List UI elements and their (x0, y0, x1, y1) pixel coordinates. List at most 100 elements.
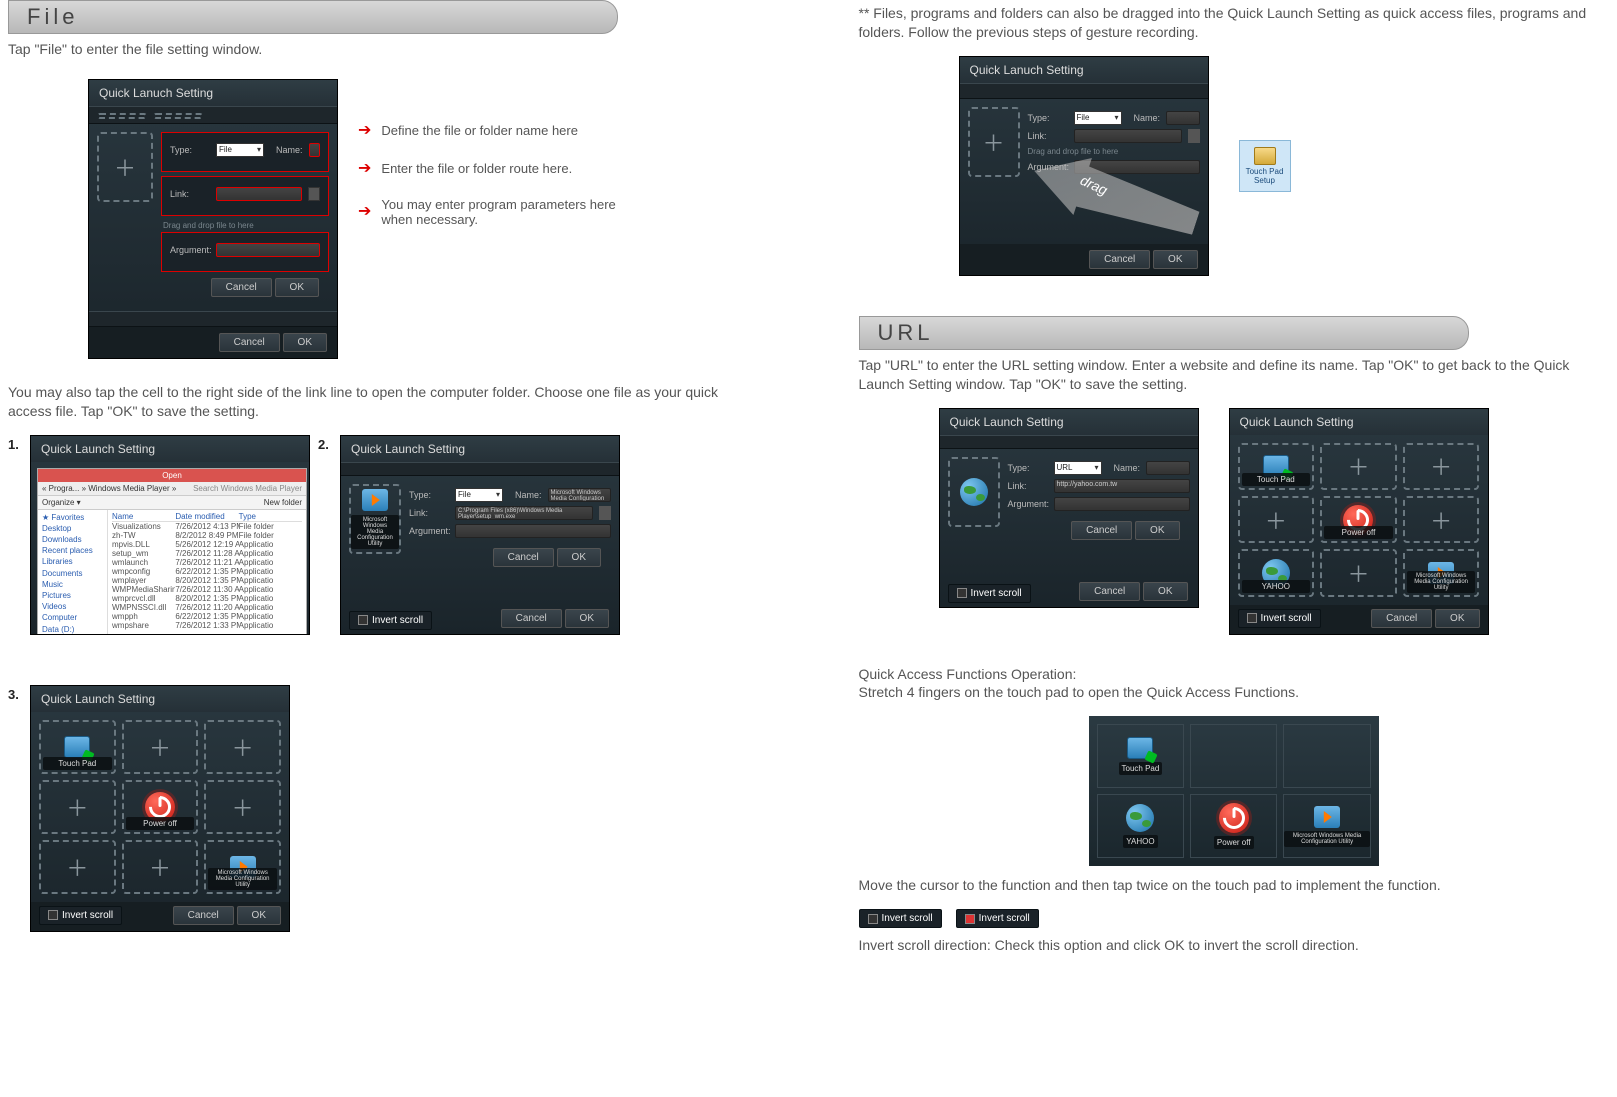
type-label: Type: (409, 490, 449, 500)
dialog-title: Open (38, 469, 306, 482)
qa-cell-media[interactable]: Microsoft Windows Media Configuration Ut… (1283, 794, 1370, 858)
drop-target-cell[interactable]: ＋ (968, 107, 1020, 177)
type-select[interactable]: File (216, 143, 264, 157)
qa-cell-power[interactable]: Power off (1320, 496, 1397, 543)
link-field[interactable] (1074, 129, 1182, 143)
dialog-search[interactable]: Search Windows Media Player (193, 484, 302, 493)
invert-scroll-off[interactable]: Invert scroll (859, 909, 942, 928)
qa-cell-empty[interactable]: ＋ (1320, 443, 1397, 490)
qa-cell-empty[interactable]: ＋ (39, 780, 116, 834)
ok-button[interactable]: OK (275, 278, 319, 297)
media-icon (362, 489, 388, 511)
argument-label: Argument: (170, 245, 210, 255)
qa-cell-empty[interactable]: ＋ (1238, 496, 1315, 543)
qa-cell-media[interactable]: Microsoft Windows Media Configuration Ut… (204, 840, 281, 894)
browse-icon[interactable] (308, 187, 320, 201)
qa-cell-media[interactable]: Microsoft Windows Media Configuration Ut… (1403, 549, 1480, 596)
qa-cell-empty[interactable]: ＋ (204, 780, 281, 834)
qa-cell-yahoo[interactable]: YAHOO (1097, 794, 1184, 858)
qa-cell-empty[interactable]: ＋ (204, 720, 281, 774)
panel-cancel-button[interactable]: Cancel (501, 609, 562, 628)
panel-ok-button[interactable]: OK (565, 609, 609, 628)
invert-scroll-checkbox[interactable]: Invert scroll (349, 611, 432, 630)
cancel-button[interactable]: Cancel (1071, 521, 1132, 540)
argument-label: Argument: (1008, 499, 1048, 509)
step-2-label: 2. (318, 437, 329, 452)
newfolder-button[interactable]: New folder (264, 498, 302, 507)
note-argument: You may enter program parameters here wh… (381, 197, 621, 227)
qa-cell-empty[interactable]: ＋ (1320, 549, 1397, 596)
ok-button[interactable]: OK (1135, 521, 1179, 540)
qls-title: Quick Lanuch Setting (89, 80, 337, 106)
argument-field[interactable] (216, 243, 320, 257)
qa-heading-2: Stretch 4 fingers on the touch pad to op… (859, 683, 1610, 702)
panel-ok-button[interactable]: OK (1435, 609, 1479, 628)
organize-button[interactable]: Organize ▾ (42, 498, 81, 507)
qa-cell-empty[interactable]: ＋ (1403, 443, 1480, 490)
invert-scroll-on[interactable]: Invert scroll (956, 909, 1039, 928)
globe-icon (960, 478, 988, 506)
panel-ok-button[interactable]: OK (237, 906, 281, 925)
panel-cancel-button[interactable]: Cancel (1079, 582, 1140, 601)
qls-drag-panel: Quick Lanuch Setting ＋ Type:FileName: Li… (959, 56, 1209, 276)
quick-access-overlay: Touch Pad YAHOO Power off Microsoft Wind… (1089, 716, 1379, 866)
qls-step3: Quick Launch Setting Touch Pad ＋ ＋ ＋ Pow… (30, 685, 290, 932)
dialog-sidebar[interactable]: ★ Favorites Desktop Downloads Recent pla… (38, 510, 108, 635)
qa-chip: Power off (1324, 526, 1393, 539)
browse-icon[interactable] (599, 506, 611, 520)
drop-target-cell[interactable] (948, 457, 1000, 527)
argument-field[interactable] (1054, 497, 1190, 511)
link-field[interactable]: http://yahoo.com.tw (1054, 479, 1190, 493)
drop-target-cell[interactable]: ＋ (97, 132, 153, 202)
qa-cell-empty[interactable] (1190, 724, 1277, 788)
browse-icon[interactable] (1188, 129, 1200, 143)
qls-step2: Quick Launch Setting Microsoft Windows M… (340, 435, 620, 635)
panel-ok-button[interactable]: OK (1143, 582, 1187, 601)
drag-intro-text: ** Files, programs and folders can also … (859, 4, 1610, 42)
dialog-path[interactable]: « Progra... » Windows Media Player » (42, 484, 176, 493)
qa-cell-power[interactable]: Power off (1190, 794, 1277, 858)
cancel-button[interactable]: Cancel (493, 548, 554, 567)
link-field[interactable] (216, 187, 302, 201)
name-field[interactable]: Microsoft Windows Media Configuration Ut… (548, 488, 611, 502)
argument-field[interactable] (455, 524, 611, 538)
qa-cell-empty[interactable]: ＋ (122, 840, 199, 894)
qa-cell-empty[interactable] (1283, 724, 1370, 788)
panel-cancel-button[interactable]: Cancel (1371, 609, 1432, 628)
qa-cell-empty[interactable]: ＋ (39, 840, 116, 894)
qa-cell-yahoo[interactable]: YAHOO (1238, 549, 1315, 596)
note-link: Enter the file or folder route here. (381, 161, 572, 176)
qa-cell-empty[interactable]: ＋ (122, 720, 199, 774)
invert-scroll-checkbox[interactable]: Invert scroll (39, 906, 122, 925)
invert-scroll-checkbox[interactable]: Invert scroll (948, 584, 1031, 603)
type-label: Type: (170, 145, 210, 155)
panel-ok-button[interactable]: OK (1153, 250, 1197, 269)
type-select[interactable]: File (455, 488, 503, 502)
qa-cell-empty[interactable]: ＋ (1403, 496, 1480, 543)
panel-ok-button[interactable]: OK (283, 333, 327, 352)
argument-label: Argument: (409, 526, 449, 536)
type-select[interactable]: File (1074, 111, 1122, 125)
desktop-shortcut[interactable]: Touch Pad Setup (1239, 140, 1291, 192)
drop-target-cell[interactable]: Microsoft Windows Media Configuration Ut… (349, 484, 401, 554)
ok-button[interactable]: OK (557, 548, 601, 567)
touchpad-icon (1127, 737, 1153, 759)
type-select[interactable]: URL (1054, 461, 1102, 475)
panel-cancel-button[interactable]: Cancel (173, 906, 234, 925)
name-field[interactable] (309, 143, 320, 157)
qa-cell-power[interactable]: Power off (122, 780, 199, 834)
invert-scroll-checkbox[interactable]: Invert scroll (1238, 609, 1321, 628)
qa-cell-touchpad[interactable]: Touch Pad (1097, 724, 1184, 788)
qa-chip: Power off (1214, 836, 1254, 849)
qa-cell-touchpad[interactable]: Touch Pad (1238, 443, 1315, 490)
qa-chip: Microsoft Windows Media Configuration Ut… (1284, 831, 1369, 847)
qa-cell-touchpad[interactable]: Touch Pad (39, 720, 116, 774)
panel-cancel-button[interactable]: Cancel (1089, 250, 1150, 269)
dialog-file-list[interactable]: NameDate modifiedType Visualizations7/26… (108, 510, 306, 635)
link-field[interactable]: C:\Program Files (x86)\Windows Media Pla… (455, 506, 593, 520)
cancel-button[interactable]: Cancel (211, 278, 272, 297)
panel-cancel-button[interactable]: Cancel (219, 333, 280, 352)
qls-title: Quick Launch Setting (341, 436, 619, 462)
name-field[interactable] (1166, 111, 1199, 125)
name-field[interactable] (1146, 461, 1189, 475)
